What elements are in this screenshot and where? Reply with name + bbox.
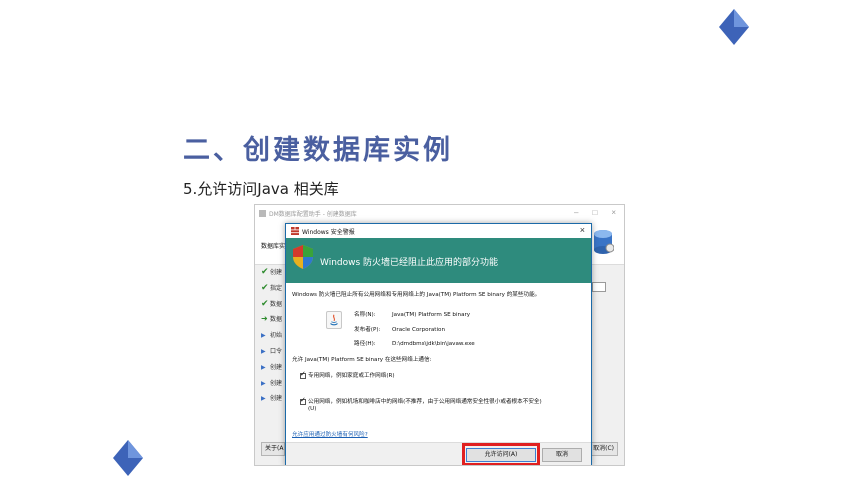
about-button[interactable]: 关于(A) xyxy=(261,442,285,456)
step-item: ✔数据 xyxy=(261,298,283,309)
back-window-title: DM数据库配置助手 - 创建数据库 xyxy=(269,211,357,218)
step-item: ▶ 口令 xyxy=(261,347,283,355)
step-item: ✔创建 xyxy=(261,267,283,277)
back-window-titlebar[interactable]: DM数据库配置助手 - 创建数据库 – □ × xyxy=(255,205,624,223)
minimize-icon[interactable]: – xyxy=(574,208,578,217)
database-icon xyxy=(594,230,614,254)
slide-title: 二、创建数据库实例 xyxy=(183,135,453,166)
check-icon: ✔ xyxy=(261,282,269,293)
app-info-row: 路径(H): D:\dmdbms\jdk\bin\javaw.exe xyxy=(354,341,475,347)
dialog-description: Windows 防火墙已阻止所有公用网络和专用网络上的 Java(TM) Pla… xyxy=(292,292,541,298)
firewall-risk-link[interactable]: 允许应用通过防火墙有何风险? xyxy=(292,430,368,438)
public-network-suffix: (U) xyxy=(308,406,317,412)
step-item: ▶ 创建 xyxy=(261,363,283,371)
public-network-checkbox[interactable]: ✓ xyxy=(300,395,306,405)
highlight-box xyxy=(462,443,540,465)
dialog-titlebar[interactable]: Windows 安全警报 × xyxy=(286,224,591,238)
app-info: 名称(N): Java(TM) Platform SE binary 发布者(P)… xyxy=(354,310,475,354)
private-network-checkbox[interactable]: ✓ xyxy=(300,369,306,379)
firewall-icon xyxy=(291,227,299,235)
java-icon xyxy=(326,311,342,329)
check-icon: ✔ xyxy=(261,298,269,309)
app-icon xyxy=(259,210,266,217)
step-item: ✔指定 xyxy=(261,282,283,293)
arrow-right-icon: ➜ xyxy=(261,314,268,324)
security-alert-dialog: Windows 安全警报 × Windows 防火墙已经阻止此应用的部分功能 W… xyxy=(285,223,592,465)
step-list: ✔创建 ✔指定 ✔数据 ➜ 数据 ▶ 初始 ▶ 口令 ▶ 创建 ▶ 创建 ▶ 创建 xyxy=(261,267,287,409)
triangle-right-icon: ▶ xyxy=(261,347,266,355)
diamond-decoration-top-right xyxy=(719,9,749,45)
diamond-decoration-bottom-left xyxy=(113,440,143,476)
step-item: ▶ 创建 xyxy=(261,395,283,403)
maximize-icon[interactable]: □ xyxy=(592,208,597,217)
step-item: ▶ 创建 xyxy=(261,379,283,387)
triangle-right-icon: ▶ xyxy=(261,379,266,387)
check-icon: ✔ xyxy=(261,267,269,277)
allow-prompt: 允许 Java(TM) Platform SE binary 在这些网络上通信: xyxy=(292,357,432,363)
banner-text: Windows 防火墙已经阻止此应用的部分功能 xyxy=(320,258,499,268)
back-window-input[interactable] xyxy=(592,282,606,292)
window-controls: – □ × xyxy=(574,208,616,217)
step-item: ▶ 初始 xyxy=(261,332,283,340)
close-icon[interactable]: × xyxy=(580,225,585,235)
screenshot-frame: DM数据库配置助手 - 创建数据库 – □ × 数据库实 ✔创建 ✔指定 ✔数据… xyxy=(254,204,625,466)
step-item: ➜ 数据 xyxy=(261,314,283,324)
private-network-option[interactable]: ✓ 专用网络，例如家庭或工作网络(R) xyxy=(300,369,395,379)
dialog-footer: 允许访问(A) 取消 xyxy=(286,442,591,465)
back-cancel-button[interactable]: 取消(C) xyxy=(588,442,618,456)
warning-banner: Windows 防火墙已经阻止此应用的部分功能 xyxy=(286,238,591,283)
triangle-right-icon: ▶ xyxy=(261,395,266,403)
close-icon[interactable]: × xyxy=(611,208,616,217)
triangle-right-icon: ▶ xyxy=(261,363,266,371)
checkmark-icon: ✓ xyxy=(300,395,306,404)
shield-icon xyxy=(293,245,313,269)
back-window-heading: 数据库实 xyxy=(261,243,286,250)
cancel-button[interactable]: 取消 xyxy=(542,448,582,462)
app-info-row: 名称(N): Java(TM) Platform SE binary xyxy=(354,312,471,318)
public-network-option[interactable]: ✓ 公用网络，例如机场和咖啡店中的网络(不推荐，由于公用网络通常安全性很小或者根本… xyxy=(300,395,542,405)
triangle-right-icon: ▶ xyxy=(261,332,266,340)
slide-subtitle: 5.允许访问Java 相关库 xyxy=(183,180,339,198)
checkmark-icon: ✓ xyxy=(300,369,306,378)
dialog-title: Windows 安全警报 xyxy=(302,229,355,236)
app-info-row: 发布者(P): Oracle Corporation xyxy=(354,326,446,333)
